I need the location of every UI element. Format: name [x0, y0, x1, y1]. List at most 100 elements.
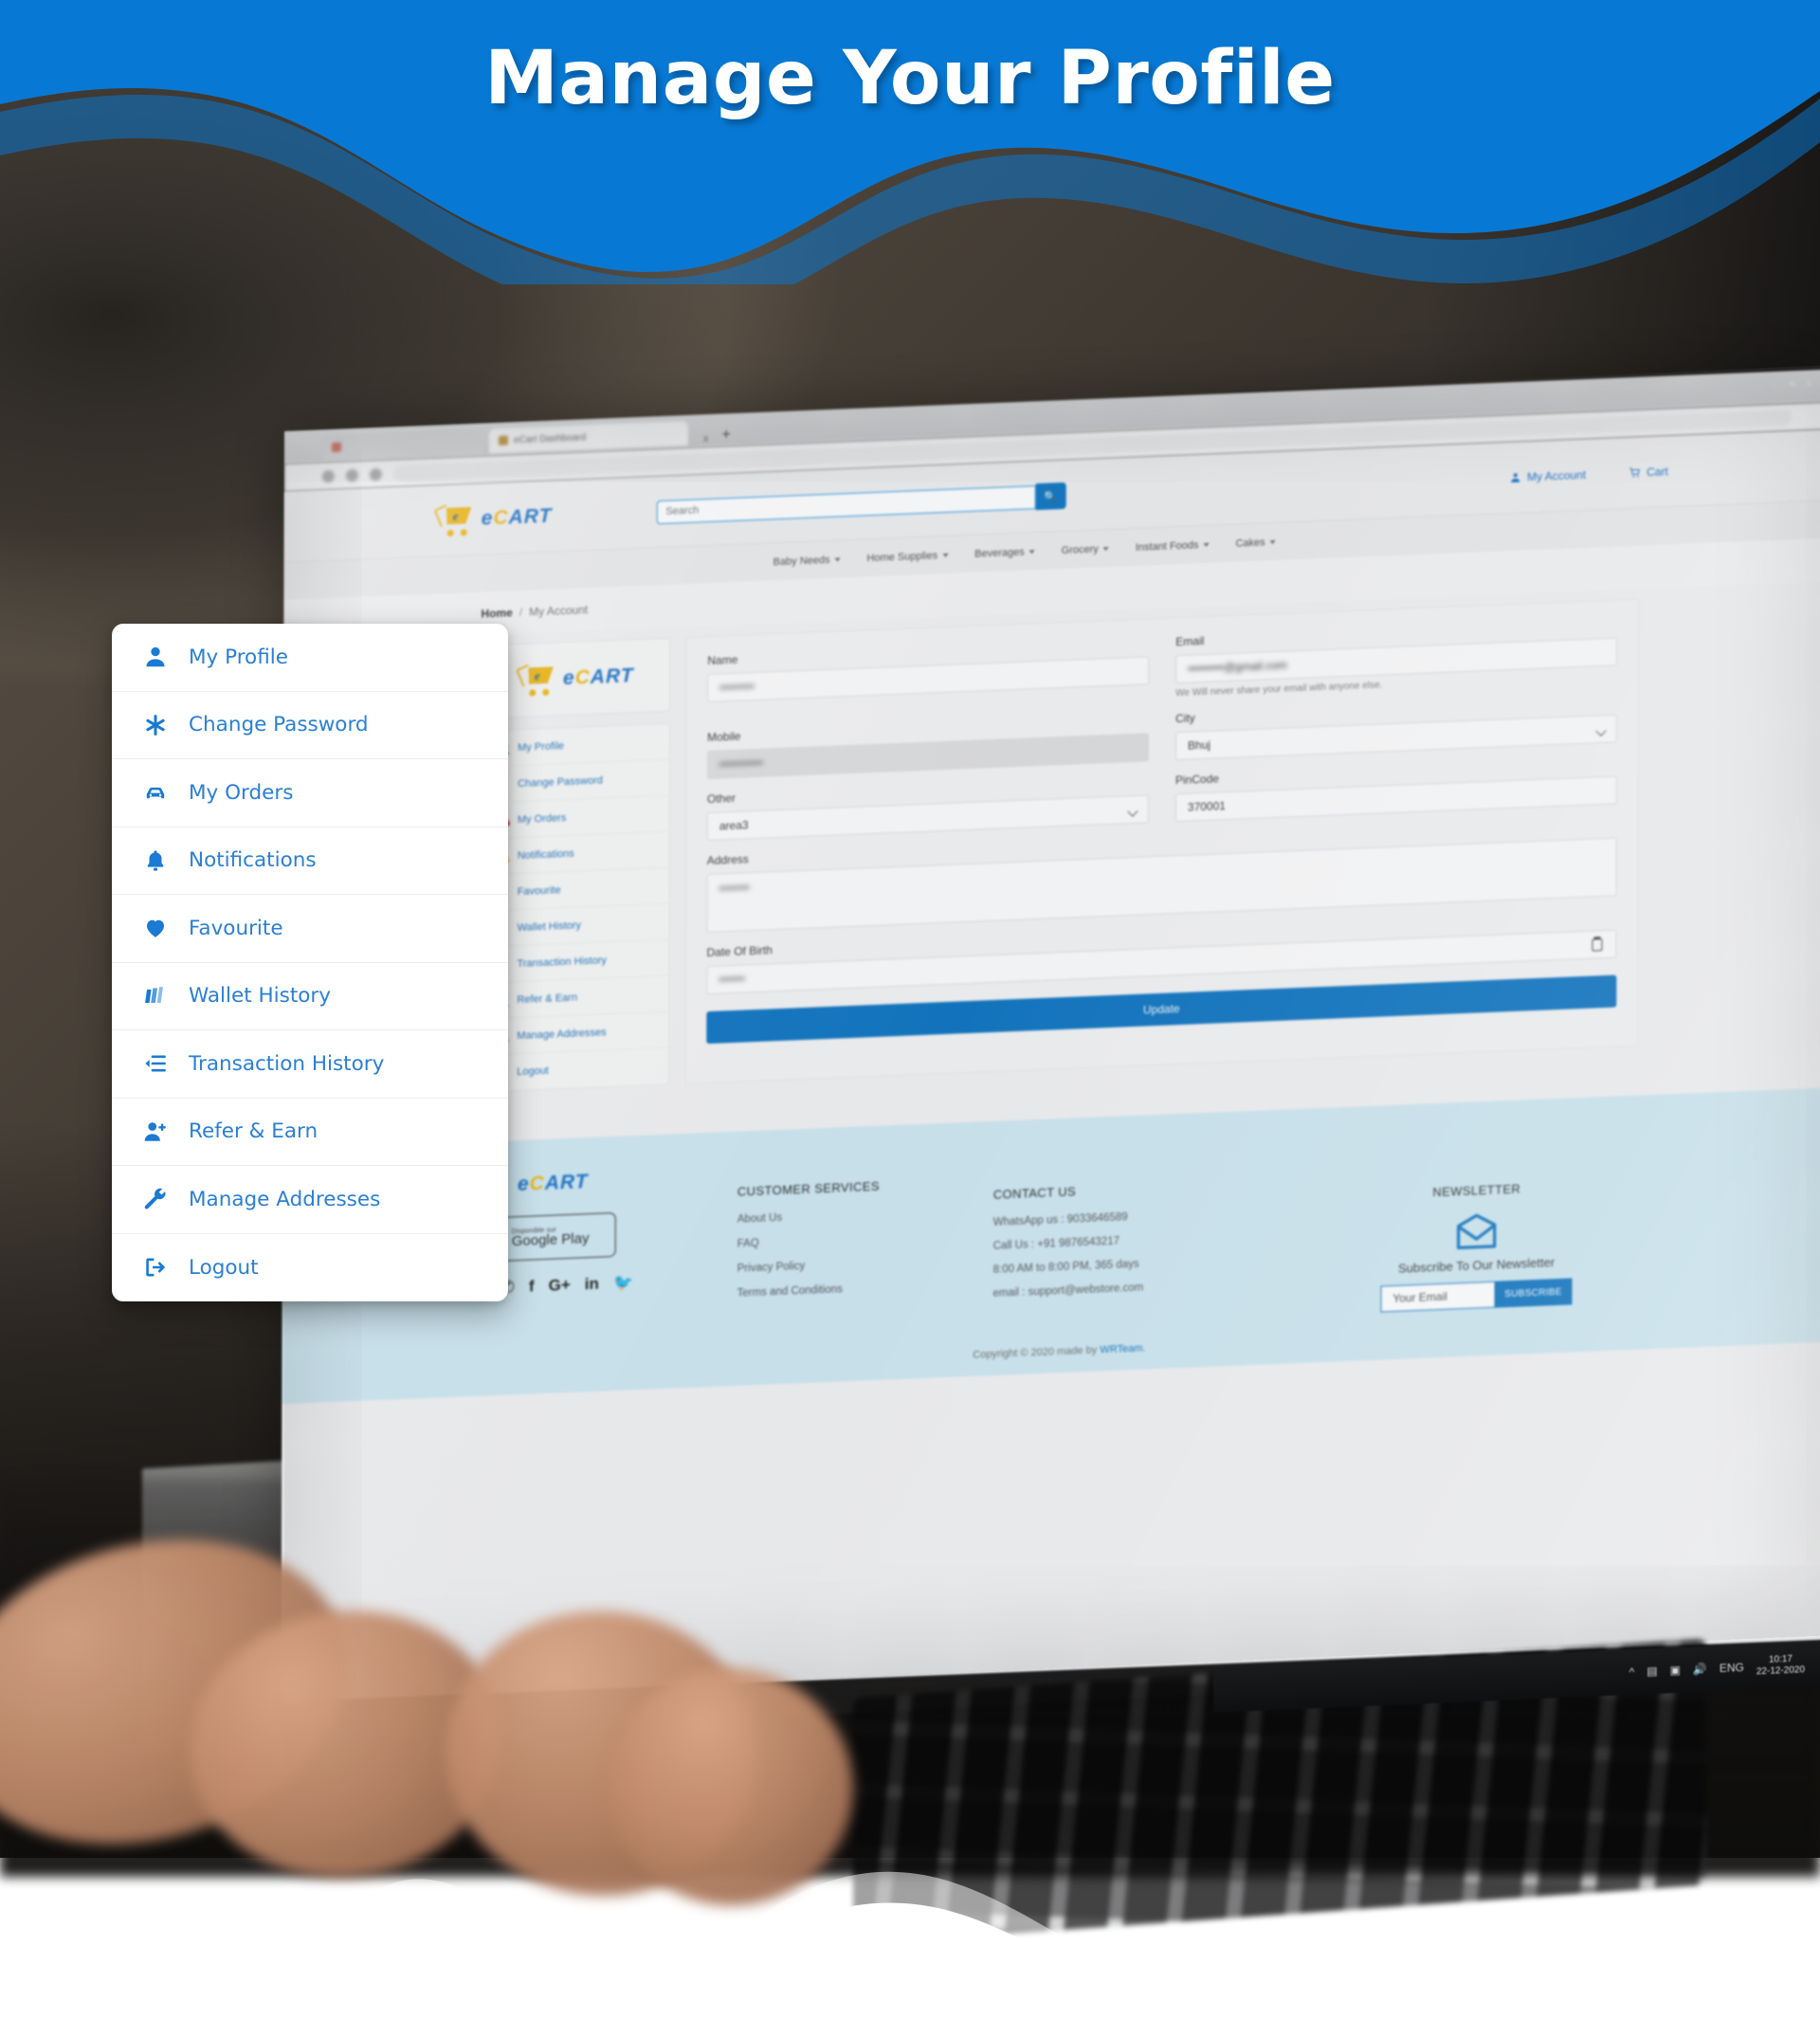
breadcrumb-home[interactable]: Home: [481, 606, 512, 620]
sidebar-item-label: Refer & Earn: [517, 991, 578, 1006]
page-viewport: e eCART Search 🔍 My Account Cart Baby Ne…: [281, 429, 1820, 1702]
taskbar-clock[interactable]: 10:17 22-12-2020: [1756, 1653, 1805, 1679]
nav-item-beverages[interactable]: Beverages: [974, 546, 1035, 560]
chevron-up-icon[interactable]: ^: [1629, 1665, 1635, 1679]
nav-item-grocery[interactable]: Grocery: [1062, 543, 1109, 556]
back-icon[interactable]: [321, 469, 335, 482]
menu-item-manage-addresses[interactable]: Manage Addresses: [112, 1166, 508, 1234]
menu-item-label: My Profile: [189, 645, 288, 669]
nav-item-instant-foods[interactable]: Instant Foods: [1136, 538, 1210, 553]
menu-item-label: Transaction History: [189, 1051, 385, 1076]
wrteam-link[interactable]: WRTeam: [1100, 1343, 1142, 1356]
menu-item-change-password[interactable]: Change Password: [112, 692, 508, 759]
sidebar-item-logout[interactable]: ⇥Logout: [481, 1048, 668, 1092]
favicon-icon: [331, 442, 341, 452]
linkedin-icon[interactable]: in: [585, 1275, 599, 1295]
search-icon[interactable]: 🔍: [1035, 482, 1066, 511]
newsletter-heading: NEWSLETTER: [1432, 1181, 1521, 1200]
footer-link-about-us[interactable]: About Us: [737, 1204, 993, 1226]
menu-item-notifications[interactable]: Notifications: [112, 827, 508, 895]
chevron-down-icon: [1102, 546, 1109, 551]
cart-icon: [1629, 467, 1641, 478]
chevron-down-icon: [1028, 549, 1035, 554]
avatar-icon[interactable]: ●: [1806, 375, 1812, 389]
footer-link-privacy-policy[interactable]: Privacy Policy: [737, 1253, 993, 1275]
browser-tab-inactive[interactable]: [321, 428, 483, 461]
taskbar-date: 22-12-2020: [1756, 1664, 1805, 1678]
user-icon: [143, 645, 172, 669]
language-indicator[interactable]: ENG: [1720, 1661, 1744, 1675]
bell-icon: [143, 848, 172, 873]
nav-item-baby-needs[interactable]: Baby Needs: [774, 554, 841, 568]
subscribe-button[interactable]: SUBSCRIBE: [1494, 1278, 1573, 1308]
envelope-icon: [1455, 1212, 1499, 1252]
sidebar-item-label: Logout: [517, 1064, 549, 1079]
my-account-label: My Account: [1527, 467, 1587, 484]
new-tab-icon[interactable]: +: [721, 427, 730, 444]
menu-item-label: Notifications: [189, 848, 317, 872]
favicon-icon: [498, 435, 508, 445]
puzzle-icon[interactable]: ■: [1789, 376, 1795, 390]
sign-out-icon: [143, 1255, 172, 1280]
brand-e: e: [481, 507, 494, 530]
browser-tab-label: eCart Dashboard: [513, 431, 587, 445]
menu-item-wallet-history[interactable]: Wallet History: [112, 963, 508, 1030]
chevron-down-icon: [1203, 542, 1210, 547]
menu-item-logout[interactable]: Logout: [112, 1234, 508, 1302]
nav-item-home-supplies[interactable]: Home Supplies: [867, 549, 949, 564]
mobile-value: ••••••••••: [719, 755, 764, 772]
menu-item-refer-and-earn[interactable]: Refer & Earn: [112, 1099, 508, 1166]
tab-close-icon[interactable]: x: [703, 433, 709, 445]
footer-link-terms[interactable]: Terms and Conditions: [737, 1278, 993, 1299]
my-account-button[interactable]: My Account: [1510, 468, 1586, 484]
star-icon[interactable]: ☆: [1770, 377, 1780, 391]
sidebar-menu: 👤My Profile ✱Change Password 🚗My Orders …: [480, 722, 671, 1093]
nav-label: Grocery: [1061, 543, 1099, 556]
footer-brand-column: e eCART Disponible sur Google Play: [469, 1160, 737, 1349]
site-logo[interactable]: e eCART: [433, 500, 553, 537]
site-footer: e eCART Disponible sur Google Play: [282, 1087, 1820, 1405]
brand-c: C: [493, 506, 509, 530]
menu-item-label: Refer & Earn: [189, 1119, 318, 1143]
menu-item-label: Wallet History: [189, 984, 331, 1008]
nav-label: Cakes: [1235, 536, 1265, 550]
nav-label: Baby Needs: [773, 554, 830, 568]
contact-heading: CONTACT US: [992, 1184, 1077, 1202]
contact-phone: Call Us : +91 9876543217: [992, 1235, 1119, 1252]
sidebar-item-label: Favourite: [517, 883, 561, 898]
customer-services-heading: CUSTOMER SERVICES: [737, 1178, 880, 1199]
nav-label: Beverages: [974, 546, 1025, 560]
gplay-main: Google Play: [511, 1229, 590, 1249]
calendar-icon[interactable]: [1592, 938, 1603, 952]
menu-item-transaction-history[interactable]: Transaction History: [112, 1030, 508, 1099]
twitter-icon[interactable]: 🐦: [613, 1273, 633, 1293]
network-icon[interactable]: ▤: [1647, 1664, 1657, 1678]
facebook-icon[interactable]: f: [529, 1277, 535, 1296]
google-plus-icon[interactable]: G+: [549, 1276, 571, 1296]
other-value: area3: [719, 818, 749, 833]
list-indent-icon: [143, 1051, 172, 1076]
menu-item-my-orders[interactable]: My Orders: [112, 759, 508, 827]
footer-link-faq[interactable]: FAQ: [737, 1228, 993, 1250]
search-bar: Search 🔍: [656, 482, 1066, 525]
forward-icon[interactable]: [345, 468, 358, 482]
battery-icon[interactable]: ▣: [1670, 1663, 1681, 1677]
contact-whatsapp: WhatsApp us : 9033646589: [992, 1211, 1128, 1228]
menu-item-label: Logout: [189, 1255, 259, 1280]
search-input[interactable]: Search: [656, 484, 1036, 524]
menu-item-my-profile[interactable]: My Profile: [112, 624, 508, 692]
cart-button[interactable]: Cart: [1629, 464, 1668, 480]
reload-icon[interactable]: [369, 467, 382, 481]
nav-item-cakes[interactable]: Cakes: [1235, 536, 1276, 550]
copyright-suffix: .: [1142, 1342, 1146, 1354]
contact-hours: 8:00 AM to 8:00 PM, 365 days: [992, 1258, 1139, 1276]
pincode-value: 370001: [1187, 799, 1226, 814]
heart-icon: [143, 916, 172, 940]
name-value: ••••••••: [719, 680, 755, 695]
volume-icon[interactable]: 🔊: [1693, 1663, 1707, 1677]
sidebar-item-label: Wallet History: [517, 918, 582, 934]
newsletter-email-input[interactable]: Your Email: [1380, 1281, 1495, 1313]
menu-item-favourite[interactable]: Favourite: [112, 895, 508, 963]
social-links: ▢ ✆ f G+ in 🐦: [472, 1269, 737, 1299]
profile-menu-card: My Profile Change Password My Orders Not…: [112, 624, 508, 1301]
